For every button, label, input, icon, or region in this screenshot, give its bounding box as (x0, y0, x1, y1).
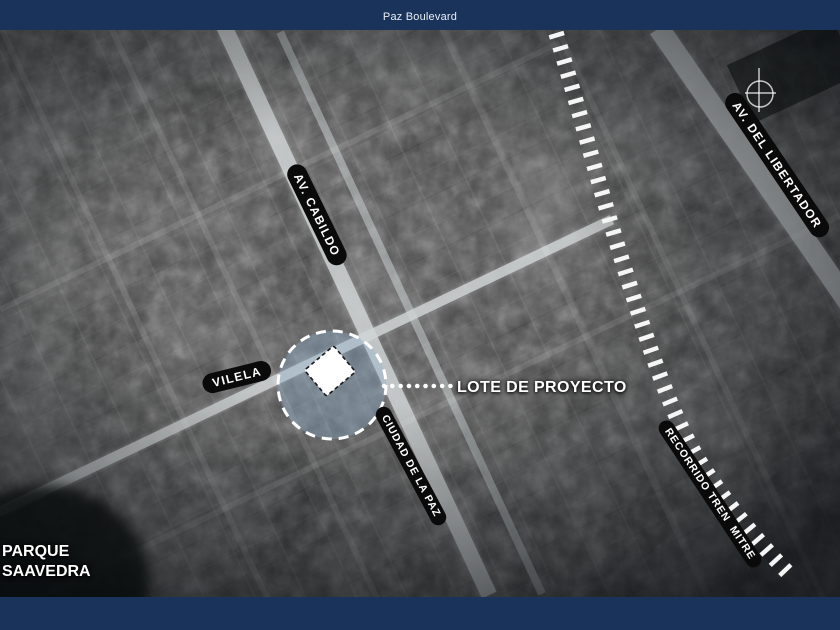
aerial-photo: AV. CABILDO AV. DEL LIBERTADOR VILELA CI… (0, 30, 840, 597)
park-label-line1: PARQUE (2, 543, 70, 560)
park-label: PARQUE SAAVEDRA (2, 542, 91, 582)
bottom-bar (0, 597, 840, 630)
site-label: LOTE DE PROYECTO (457, 379, 627, 396)
top-bar: Paz Boulevard (0, 0, 840, 30)
slide-title: Paz Boulevard (382, 11, 458, 23)
railway-mitre-track (548, 30, 799, 584)
north-compass-icon (745, 68, 776, 112)
park-label-line2: SAAVEDRA (2, 563, 91, 580)
slide-canvas: { "frame": { "top_bar_text": "Paz Boulev… (0, 0, 840, 630)
